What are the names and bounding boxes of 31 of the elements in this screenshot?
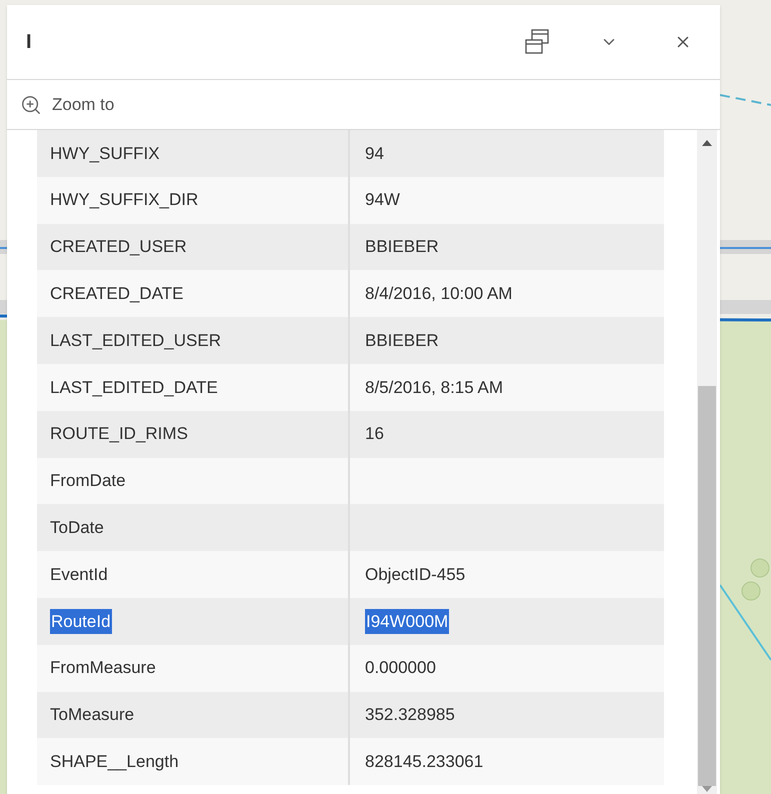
- field-name: HWY_SUFFIX_DIR: [50, 189, 198, 212]
- field-name: CREATED_DATE: [50, 283, 184, 306]
- field-name: SHAPE__Length: [50, 751, 179, 773]
- field-value: 16: [365, 423, 384, 446]
- field-name: CREATED_USER: [50, 236, 187, 258]
- field-name: LAST_EDITED_DATE: [50, 376, 218, 399]
- scroll-up-icon[interactable]: [702, 140, 712, 146]
- dock-icon[interactable]: [524, 29, 550, 55]
- field-value: BBIEBER: [365, 236, 439, 258]
- field-value: 0.000000: [365, 657, 436, 680]
- field-name: LAST_EDITED_USER: [50, 330, 221, 352]
- field-name: RouteId: [50, 608, 112, 634]
- field-name: FromMeasure: [50, 657, 156, 680]
- panel-title: I: [26, 30, 33, 55]
- field-value: 8/4/2016, 10:00 AM: [365, 283, 512, 306]
- field-name: EventId: [50, 564, 108, 586]
- field-value: ObjectID-455: [365, 564, 466, 586]
- field-value: BBIEBER: [365, 330, 439, 352]
- field-name: HWY_SUFFIX: [50, 142, 160, 165]
- field-name: ToMeasure: [50, 704, 134, 726]
- field-name: ROUTE_ID_RIMS: [50, 423, 188, 446]
- scrollbar[interactable]: [697, 130, 717, 794]
- field-value: I94W000M: [365, 608, 450, 634]
- field-name: ToDate: [50, 517, 104, 540]
- field-value: 352.328985: [365, 704, 455, 726]
- field-value: 94: [365, 142, 384, 165]
- zoom-in-icon: [20, 94, 42, 116]
- field-name: FromDate: [50, 470, 126, 492]
- field-value: 828145.233061: [365, 751, 484, 773]
- field-value: 94W: [365, 189, 400, 212]
- field-value: 8/5/2016, 8:15 AM: [365, 376, 503, 399]
